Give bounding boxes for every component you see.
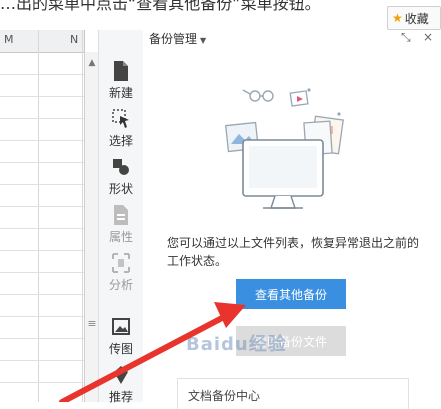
tool-new[interactable]: 新建 <box>99 60 143 101</box>
column-label-n: N <box>70 33 79 46</box>
panel-description: 您可以通过以上文件列表，恢复异常退出之前的工作状态。 <box>167 236 420 268</box>
grid-line <box>0 228 84 229</box>
spreadsheet-area[interactable]: M N <box>0 30 85 402</box>
card-text: 文档备份中心 <box>188 389 261 403</box>
favorite-button[interactable]: ★ 收藏 <box>387 6 441 30</box>
tool-analyze[interactable]: 分析 <box>99 252 143 293</box>
recommend-icon <box>114 366 128 384</box>
image-icon <box>112 318 130 335</box>
collapse-icon[interactable]: ⤡ <box>401 30 411 45</box>
cursor-icon <box>112 109 129 128</box>
tool-image-map[interactable]: 传图 <box>99 316 143 357</box>
panel-title: 备份管理 <box>149 32 198 46</box>
backup-center-card[interactable]: 文档备份中心 <box>177 378 409 409</box>
grid-line <box>0 162 84 163</box>
backup-illustration <box>225 88 344 209</box>
grid-line <box>0 338 84 339</box>
analyze-icon <box>112 253 130 273</box>
property-icon <box>114 205 128 225</box>
grid-line <box>82 30 83 402</box>
star-icon: ★ <box>392 11 403 25</box>
panel-title-dropdown[interactable]: 备份管理 ▼ <box>149 30 206 47</box>
column-header: M N <box>0 30 84 53</box>
drag-handle-icon[interactable]: ≡ <box>87 317 97 330</box>
vertical-scrollbar[interactable]: ▲ ≡ <box>84 52 99 402</box>
tool-label: 分析 <box>108 278 133 292</box>
tool-rail: 新建 选择 形状 属性 分析 传图 推荐 <box>98 30 144 405</box>
grid-line <box>0 360 84 361</box>
tool-select[interactable]: 选择 <box>99 108 143 149</box>
tool-label: 新建 <box>108 86 133 100</box>
grid-line <box>38 30 39 402</box>
new-file-icon <box>114 61 128 81</box>
tool-property[interactable]: 属性 <box>99 204 143 245</box>
grid-line <box>0 272 84 273</box>
grid-line <box>0 118 84 119</box>
tool-shape[interactable]: 形状 <box>99 156 143 197</box>
tool-label: 属性 <box>108 230 133 244</box>
tool-label: 传图 <box>108 342 133 356</box>
view-other-backups-button[interactable]: 查看其他备份 <box>236 279 346 309</box>
tool-recommend[interactable]: 推荐 <box>99 364 143 405</box>
article-caption: …出的菜单中点击“查看其他备份”菜单按钮。 <box>0 0 392 24</box>
grid-line <box>0 96 84 97</box>
grid-line <box>0 74 84 75</box>
tool-label: 形状 <box>108 182 133 196</box>
favorite-label: 收藏 <box>404 11 429 26</box>
column-label-m: M <box>4 33 14 46</box>
grid-line <box>0 294 84 295</box>
shape-icon <box>113 159 129 175</box>
tool-label: 选择 <box>108 134 133 148</box>
grid-line <box>0 206 84 207</box>
chevron-down-icon: ▼ <box>200 36 207 45</box>
close-icon[interactable]: × <box>423 30 433 44</box>
grid-line <box>0 316 84 317</box>
grid-line <box>0 382 84 383</box>
grid-line <box>0 250 84 251</box>
caption-text: …出的菜单中点击“查看其他备份”菜单按钮。 <box>0 0 321 13</box>
tool-label: 推荐 <box>108 390 133 404</box>
grid-line <box>0 184 84 185</box>
grid-line <box>0 140 84 141</box>
scroll-up-icon[interactable]: ▲ <box>85 56 99 70</box>
watermark: Baidu经验 <box>186 334 287 355</box>
